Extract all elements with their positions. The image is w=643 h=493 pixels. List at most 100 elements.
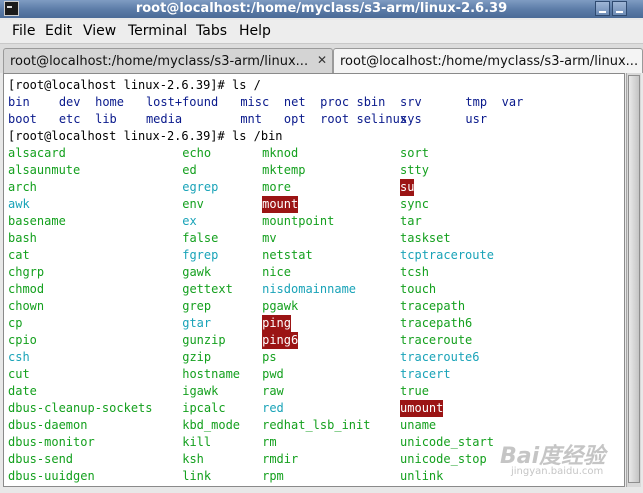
file-entry: rmdir	[262, 452, 299, 466]
file-entry: traceroute6	[400, 350, 480, 364]
file-entry: awk	[8, 197, 30, 211]
menu-tabs[interactable]: Tabs	[196, 23, 227, 39]
file-entry: lost+found	[145, 95, 219, 109]
file-entry: dbus-cleanup-sockets	[8, 401, 153, 415]
file-entry: mknod	[262, 146, 299, 160]
file-entry: chmod	[8, 282, 45, 296]
file-entry: gzip	[182, 350, 212, 364]
file-entry: uname	[400, 418, 437, 432]
watermark-site: jingyan.baidu.com	[511, 466, 604, 477]
file-entry: gtar	[182, 316, 212, 330]
file-entry: alsacard	[8, 146, 66, 160]
file-entry: taskset	[400, 231, 451, 245]
file-entry: lib	[95, 112, 117, 126]
tab-bar: root@localhost:/home/myclass/s3-arm/linu…	[0, 44, 643, 73]
file-entry: rm	[262, 435, 277, 449]
file-entry: mount	[262, 196, 299, 213]
file-entry: chown	[8, 299, 45, 313]
menu-file[interactable]: File	[12, 23, 35, 39]
file-entry: dbus-send	[8, 452, 74, 466]
file-entry: unlink	[400, 469, 444, 483]
file-entry: mountpoint	[262, 214, 335, 228]
file-entry: env	[182, 197, 204, 211]
file-entry: tracert	[400, 367, 451, 381]
file-entry: kbd_mode	[182, 418, 241, 432]
file-entry: dbus-daemon	[8, 418, 88, 432]
file-entry: opt	[283, 112, 306, 126]
menu-terminal[interactable]: Terminal	[128, 23, 187, 39]
file-entry: proc	[320, 95, 350, 109]
file-entry: egrep	[182, 180, 219, 194]
file-entry: sync	[400, 197, 429, 211]
file-entry: date	[8, 384, 37, 398]
file-entry: tcsh	[400, 265, 429, 279]
file-entry: gettext	[182, 282, 233, 296]
file-entry: tar	[400, 214, 422, 228]
file-entry: net	[283, 95, 306, 109]
file-entry: chgrp	[8, 265, 45, 279]
vertical-scrollbar[interactable]	[626, 73, 641, 487]
file-entry: umount	[400, 400, 444, 417]
file-entry: etc	[58, 112, 81, 126]
window-title: root@localhost:/home/myclass/s3-arm/linu…	[135, 1, 508, 16]
file-entry: misc	[240, 95, 270, 109]
file-entry: link	[182, 469, 212, 483]
file-entry: unicode_start	[400, 435, 494, 449]
file-entry: root	[320, 112, 350, 126]
file-entry: pwd	[262, 367, 284, 381]
file-entry: gawk	[182, 265, 212, 279]
tab-close-icon[interactable]: ✕	[317, 53, 327, 67]
file-entry: netstat	[262, 248, 313, 262]
file-entry: rpm	[262, 469, 284, 483]
file-entry: usr	[465, 112, 488, 126]
file-entry: tracepath	[400, 299, 466, 313]
file-entry: red	[262, 401, 284, 415]
file-entry: unicode_stop	[400, 452, 487, 466]
file-entry: raw	[262, 384, 284, 398]
file-entry: var	[501, 95, 524, 109]
file-entry: home	[95, 95, 125, 109]
file-entry: arch	[8, 180, 37, 194]
file-entry: traceroute	[400, 333, 473, 347]
file-entry: cat	[8, 248, 30, 262]
menu-view[interactable]: View	[83, 23, 116, 39]
tab-2[interactable]: root@localhost:/home/myclass/s3-arm/linu…	[333, 48, 643, 73]
file-entry: kill	[182, 435, 212, 449]
file-entry: cpio	[8, 333, 37, 347]
file-entry: sbin	[356, 95, 386, 109]
file-entry: srv	[400, 95, 422, 109]
file-entry: ed	[182, 163, 197, 177]
file-entry: ipcalc	[182, 401, 226, 415]
file-entry: ex	[182, 214, 197, 228]
file-entry: csh	[8, 350, 30, 364]
maximize-button[interactable]	[612, 1, 627, 16]
file-entry: dbus-monitor	[8, 435, 95, 449]
file-entry: alsaunmute	[8, 163, 81, 177]
file-entry: basename	[8, 214, 66, 228]
file-entry: mktemp	[262, 163, 306, 177]
file-entry: cut	[8, 367, 30, 381]
file-entry: mnt	[240, 112, 262, 126]
file-entry: more	[262, 180, 291, 194]
scrollbar-thumb[interactable]	[628, 75, 640, 483]
minimize-button[interactable]	[595, 1, 610, 16]
terminal-output[interactable]: [root@localhost linux-2.6.39]# ls / bin de…	[3, 73, 625, 487]
file-entry: media	[145, 112, 183, 126]
file-entry: dbus-uuidgen	[8, 469, 95, 483]
file-entry: tcptraceroute	[400, 248, 494, 262]
file-entry: bin	[8, 95, 30, 109]
file-entry: fgrep	[182, 248, 219, 262]
file-entry: grep	[182, 299, 212, 313]
shell-prompt-line: [root@localhost linux-2.6.39]# ls /bin	[8, 129, 283, 143]
file-entry: dev	[58, 95, 81, 109]
file-entry: hostname	[182, 367, 241, 381]
tab-1[interactable]: root@localhost:/home/myclass/s3-arm/linu…	[3, 48, 333, 73]
file-entry: sort	[400, 146, 429, 160]
file-entry: su	[400, 179, 415, 196]
menu-edit[interactable]: Edit	[45, 23, 72, 39]
file-entry: ping6	[262, 332, 299, 349]
file-entry: touch	[400, 282, 437, 296]
file-entry: tracepath6	[400, 316, 473, 330]
file-entry: ksh	[182, 452, 204, 466]
menu-help[interactable]: Help	[239, 23, 271, 39]
